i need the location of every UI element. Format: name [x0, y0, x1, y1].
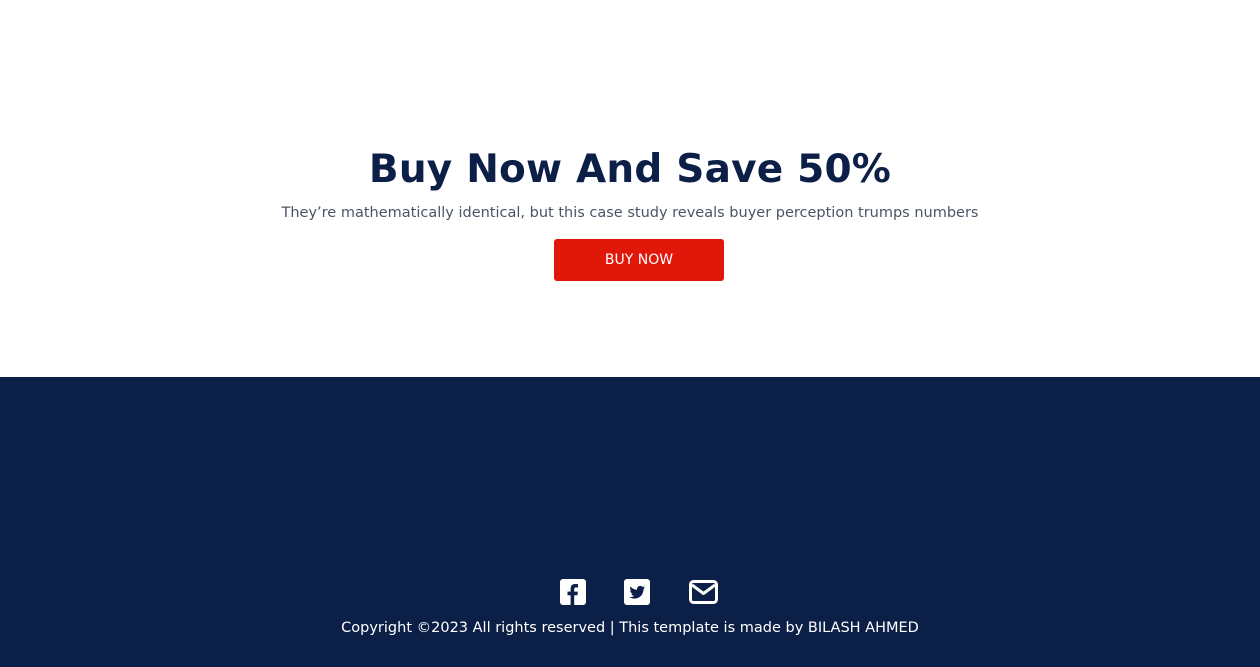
copyright-text: Copyright ©2023 All rights reserved | Th…: [341, 620, 919, 636]
facebook-square-icon: [560, 579, 586, 605]
footer: Copyright ©2023 All rights reserved | Th…: [0, 377, 1260, 667]
envelope-icon: [689, 580, 718, 604]
facebook-link[interactable]: [560, 577, 586, 607]
twitter-link[interactable]: [624, 577, 650, 607]
twitter-square-icon: [624, 579, 650, 605]
social-links: [0, 577, 1260, 607]
cta-title: Buy Now And Save 50%: [368, 147, 892, 192]
email-link[interactable]: [689, 577, 718, 607]
buy-now-button[interactable]: BUY NOW: [554, 239, 724, 281]
cta-section: Buy Now And Save 50% They’re mathematica…: [0, 0, 1260, 377]
cta-subtitle: They’re mathematically identical, but th…: [281, 205, 979, 221]
